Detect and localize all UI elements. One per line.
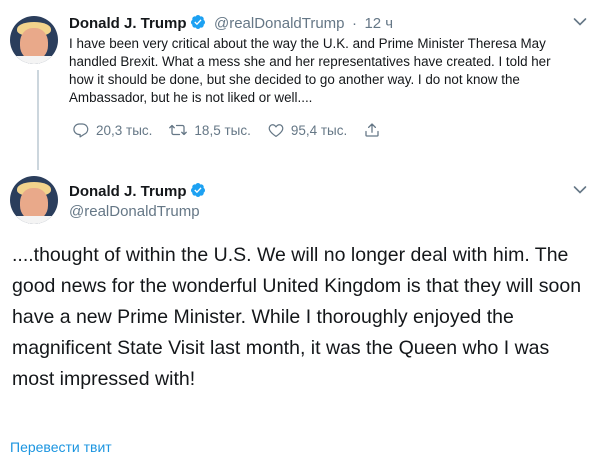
retweet-count: 18,5 тыс. [194,122,251,138]
author-handle[interactable]: @realDonaldTrump [214,15,345,32]
retweet-icon [169,124,188,136]
retweet-button[interactable]: 18,5 тыс. [168,121,251,139]
share-icon [365,123,379,137]
author-handle[interactable]: @realDonaldTrump [69,203,200,220]
tweet-text: I have been very critical about the way … [69,36,551,105]
reply-button[interactable]: 20,3 тыс. [72,121,152,139]
avatar[interactable] [10,176,58,224]
like-icon [268,124,284,137]
author-name[interactable]: Donald J. Trump [69,183,187,200]
tweet-2-header: Donald J. Trump [69,182,206,203]
verified-badge-icon [190,14,206,35]
like-count: 95,4 тыс. [290,122,348,138]
reply-icon [73,123,89,138]
author-name[interactable]: Donald J. Trump [69,15,187,32]
separator-dot: · [351,15,357,32]
translate-tweet-link[interactable]: Перевести твит [10,439,112,455]
reply-count: 20,3 тыс. [96,122,153,138]
chevron-down-icon[interactable] [573,17,587,27]
verified-badge-icon [190,182,206,203]
tweet-time[interactable]: 12 ч [364,15,393,32]
thread-connector-line [37,70,39,170]
tweet-1-header: Donald J. Trump @realDonaldTrump · 12 ч [69,14,393,35]
avatar[interactable] [10,16,58,64]
share-button[interactable] [363,121,387,139]
tweet-actions: 20,3 тыс. 18,5 тыс. 95,4 тыс. [72,121,403,139]
like-button[interactable]: 95,4 тыс. [267,121,347,139]
chevron-down-icon[interactable] [573,185,587,195]
tweet-text: ....thought of within the U.S. We will n… [12,244,582,390]
